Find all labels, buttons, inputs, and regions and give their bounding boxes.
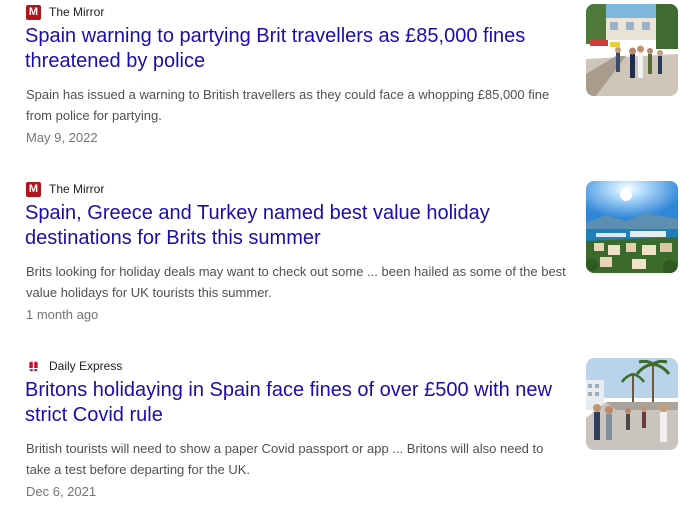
source-row[interactable]: M The Mirror [26, 4, 104, 20]
source-row[interactable]: Daily Express [26, 358, 122, 374]
result-date: 1 month ago [26, 307, 99, 322]
coastal-harbour-photo-icon [586, 181, 678, 273]
street-crowd-photo-icon [586, 4, 678, 96]
result-thumbnail[interactable] [586, 181, 678, 273]
source-name: The Mirror [49, 182, 105, 196]
result-title-link[interactable]: Spain, Greece and Turkey named best valu… [25, 201, 565, 251]
result-snippet: British tourists will need to show a pap… [26, 441, 544, 477]
result-date: Dec 6, 2021 [26, 484, 97, 499]
result-thumbnail[interactable] [586, 4, 678, 96]
promenade-photo-icon [586, 358, 678, 450]
news-result-card[interactable]: M The Mirror Spain warning to partying B… [0, 0, 699, 170]
result-thumbnail[interactable] [586, 358, 678, 450]
result-title-link[interactable]: Britons holidaying in Spain face fines o… [25, 378, 565, 428]
daily-express-logo-icon [26, 358, 41, 374]
news-result-card[interactable]: M The Mirror Spain, Greece and Turkey na… [0, 177, 699, 347]
source-name: Daily Express [49, 359, 123, 373]
source-name: The Mirror [49, 5, 105, 19]
result-title-link[interactable]: Spain warning to partying Brit traveller… [25, 24, 565, 74]
result-snippet: Spain has issued a warning to British tr… [26, 87, 550, 123]
mirror-logo-icon: M [26, 181, 41, 197]
source-row[interactable]: M The Mirror [26, 181, 104, 197]
result-snippet: Brits looking for holiday deals may want… [26, 264, 566, 300]
news-result-card[interactable]: Daily Express Britons holidaying in Spai… [0, 354, 699, 524]
mirror-logo-icon: M [26, 4, 41, 20]
result-date: May 9, 2022 [26, 130, 98, 145]
